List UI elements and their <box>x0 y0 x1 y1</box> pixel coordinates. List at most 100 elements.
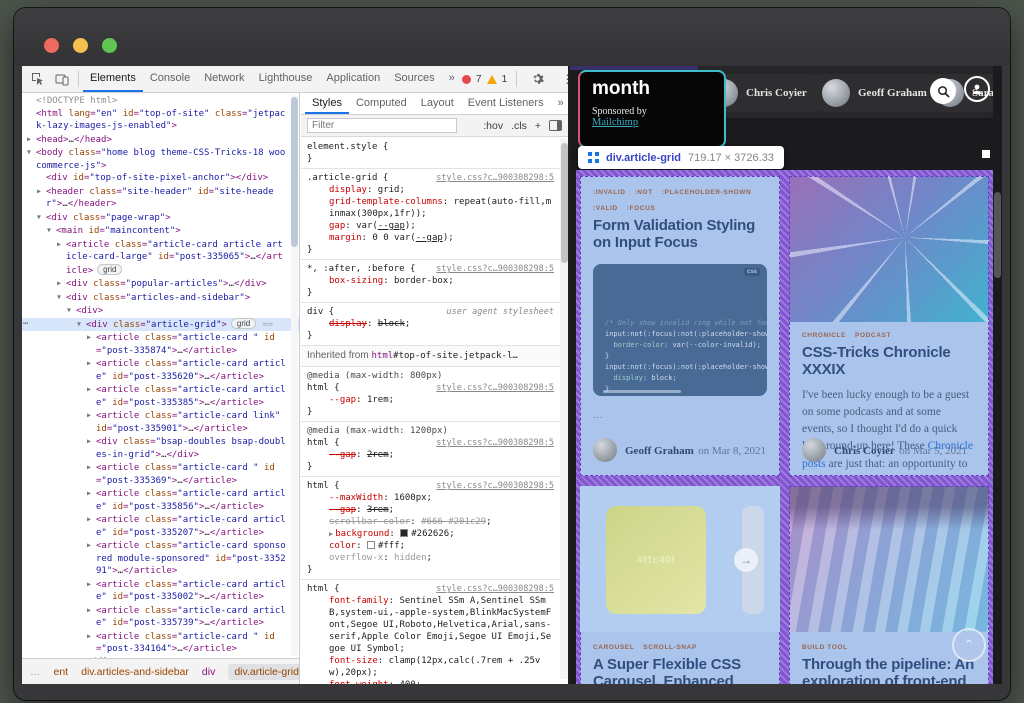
devtools-tab-sources[interactable]: Sources <box>387 66 441 92</box>
close-window-button[interactable] <box>44 38 59 53</box>
tree-node[interactable]: ▶<header class="site-header" id="site-he… <box>22 185 299 211</box>
expand-closed-icon[interactable]: ▶ <box>87 630 96 643</box>
warning-badge-icon[interactable] <box>487 75 497 84</box>
elements-scrollbar-thumb[interactable] <box>291 97 298 247</box>
css-rule[interactable]: @media (max-width: 1200px)style.css?c…90… <box>301 422 560 477</box>
toggle-classes[interactable]: .cls <box>511 120 527 132</box>
window-titlebar[interactable] <box>14 8 1010 66</box>
stylesheet-link[interactable]: user agent stylesheet <box>447 306 554 318</box>
css-rule[interactable]: style.css?c…900308298:5.article-grid {di… <box>301 169 560 260</box>
expand-open-icon[interactable]: ▼ <box>77 318 86 331</box>
account-icon[interactable] <box>964 76 990 102</box>
stylesheet-link[interactable]: style.css?c…900308298:5 <box>436 583 554 595</box>
settings-gear-icon[interactable] <box>529 70 547 88</box>
expand-closed-icon[interactable]: ▶ <box>57 277 66 290</box>
css-property[interactable]: margin: 0 0 var(--gap); <box>307 232 554 244</box>
grid-badge[interactable]: grid <box>231 318 256 329</box>
devtools-tab-network[interactable]: Network <box>197 66 251 92</box>
styles-tab-computed[interactable]: Computed <box>349 93 414 114</box>
styles-scrollbar-thumb[interactable] <box>561 143 568 263</box>
tree-node[interactable]: ▼<main id="maincontent"> <box>22 224 299 238</box>
node-menu-dots[interactable]: ⋯ <box>23 318 29 331</box>
article-tag[interactable]: :PLACEHOLDER-SHOWN <box>662 189 752 196</box>
article-tag[interactable]: BUILD TOOL <box>802 644 848 651</box>
css-property[interactable]: display: block; <box>307 318 554 330</box>
css-property[interactable]: box-sizing: border-box; <box>307 275 554 287</box>
devtools-tab-application[interactable]: Application <box>319 66 387 92</box>
tree-node[interactable]: ▼<div class="articles-and-sidebar"> <box>22 291 299 305</box>
expand-closed-icon[interactable]: ▶ <box>87 383 96 396</box>
css-property[interactable]: scrollbar-color: #666 #201c29; <box>307 516 554 528</box>
breadcrumb-item[interactable]: … <box>30 666 41 678</box>
error-count[interactable]: 7 <box>476 73 482 85</box>
breadcrumb-item[interactable]: div.articles-and-sidebar <box>81 666 189 678</box>
author-name[interactable]: Geoff Graham <box>625 445 694 457</box>
author-chip[interactable]: Geoff Graham <box>816 74 941 112</box>
css-property[interactable]: grid-template-columns: repeat(auto-fill,… <box>307 196 554 220</box>
css-property[interactable]: color: #fff; <box>307 540 554 552</box>
css-property[interactable]: --maxWidth: 1600px; <box>307 492 554 504</box>
scroll-to-top-button[interactable]: ⌃ <box>952 628 986 662</box>
color-swatch[interactable] <box>400 529 408 537</box>
article-card[interactable]: #f1c40f → CAROUSELSCROLL-SNAP A Super Fl… <box>580 486 780 684</box>
tree-node[interactable]: ▶<article class="article-card link" id="… <box>22 409 299 435</box>
zoom-window-button[interactable] <box>102 38 117 53</box>
sponsor-link[interactable]: Mailchimp <box>592 117 712 128</box>
stylesheet-link[interactable]: style.css?c…900308298:5 <box>436 480 554 492</box>
tree-node[interactable]: ▶<div class="bsap-doubles bsap-doubles-i… <box>22 435 299 461</box>
author-name[interactable]: Chris Coyier <box>834 445 895 457</box>
minimize-window-button[interactable] <box>73 38 88 53</box>
expand-closed-icon[interactable]: ▶ <box>57 238 66 251</box>
article-tag[interactable]: CHRONICLE <box>802 332 846 339</box>
css-property[interactable]: font-weight: 400; <box>307 679 554 684</box>
color-swatch[interactable] <box>367 541 375 549</box>
breadcrumb-item[interactable]: ent <box>54 666 69 678</box>
elements-scrollbar[interactable] <box>291 95 298 656</box>
tree-node[interactable]: ▼<div class="page-wrap"> <box>22 211 299 225</box>
expand-open-icon[interactable]: ▼ <box>37 211 46 224</box>
search-icon[interactable] <box>930 78 956 104</box>
expand-closed-icon[interactable]: ▶ <box>87 409 96 422</box>
article-card[interactable]: CHRONICLE PODCAST CSS-Tricks Chronicle XX… <box>789 176 989 476</box>
article-title[interactable]: Through the pipeline: An exploration of … <box>802 657 976 684</box>
css-property[interactable]: font-size: clamp(12px,calc(.7rem + .25vw… <box>307 655 554 679</box>
css-property[interactable]: --gap: 2rem; <box>307 449 554 461</box>
stylesheet-link[interactable]: style.css?c…900308298:5 <box>436 437 554 449</box>
css-property[interactable]: font-family: Sentinel SSm A,Sentinel SSm… <box>307 595 554 655</box>
toggle-hover-state[interactable]: :hov <box>483 120 503 132</box>
expand-closed-icon[interactable]: ▶ <box>37 185 46 198</box>
page-scrollbar-thumb[interactable] <box>994 192 1001 278</box>
article-tag[interactable]: PODCAST <box>855 332 891 339</box>
sidebar-panel-icon[interactable] <box>549 120 562 131</box>
devtools-tab--[interactable]: » <box>442 66 462 92</box>
tree-node[interactable]: ▶<head>…</head> <box>22 133 299 147</box>
css-property[interactable]: gap: var(--gap); <box>307 220 554 232</box>
article-image-pipeline[interactable] <box>789 486 989 632</box>
article-image-starburst[interactable] <box>789 176 989 322</box>
article-tag[interactable]: :VALID <box>593 205 618 212</box>
styles-filter-input[interactable] <box>307 118 457 133</box>
styles-scrollbar[interactable] <box>560 139 568 679</box>
tree-node[interactable]: ▶<article class="article-card article" i… <box>22 383 299 409</box>
arrow-right-icon[interactable]: → <box>734 548 758 572</box>
warning-count[interactable]: 1 <box>502 73 508 85</box>
expand-closed-icon[interactable]: ▶ <box>87 357 96 370</box>
tree-node[interactable]: ▼<body class="home blog theme-CSS-Tricks… <box>22 146 299 172</box>
article-tag[interactable]: :INVALID <box>593 189 625 196</box>
css-property[interactable]: display: grid; <box>307 184 554 196</box>
expand-closed-icon[interactable]: ▶ <box>87 539 96 552</box>
article-tag[interactable]: SCROLL-SNAP <box>643 644 697 651</box>
article-tag[interactable]: :NOT <box>634 189 652 196</box>
article-author-row[interactable]: Chris Coyier on Mar 5, 2021 <box>802 438 967 462</box>
article-author-row[interactable]: Geoff Graham on Mar 8, 2021 <box>593 438 766 462</box>
article-title[interactable]: CSS-Tricks Chronicle XXXIX <box>802 345 976 379</box>
devtools-tab-elements[interactable]: Elements <box>83 66 143 92</box>
sponsor-card[interactable]: month Sponsored by Mailchimp <box>578 70 726 148</box>
css-property[interactable]: --gap: 3rem; <box>307 504 554 516</box>
device-toolbar-icon[interactable] <box>53 70 71 88</box>
css-property[interactable]: ▶background: #262626; <box>307 528 554 540</box>
stylesheet-link[interactable]: style.css?c…900308298:5 <box>436 263 554 275</box>
styles-tab--[interactable]: » <box>551 93 568 114</box>
css-rule[interactable]: @media (max-width: 800px)style.css?c…900… <box>301 367 560 422</box>
tree-node[interactable]: ▶<article class="article-card article" i… <box>22 513 299 539</box>
